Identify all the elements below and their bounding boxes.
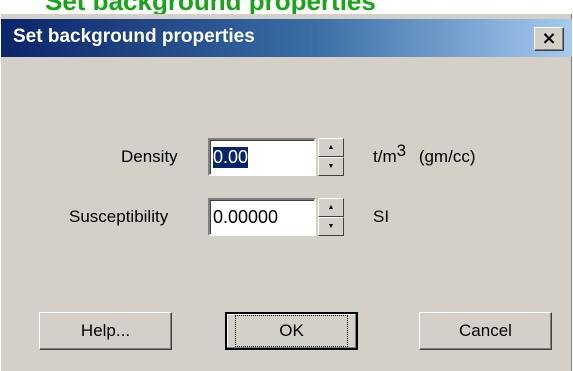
susceptibility-spin-down-button[interactable]: ▼ (318, 217, 344, 236)
susceptibility-spin-up-button[interactable]: ▲ (318, 198, 344, 217)
density-spinner: 0.00 ▲ ▼ (208, 138, 344, 176)
density-unit-extra: (gm/cc) (418, 147, 476, 166)
density-value: 0.00 (213, 146, 249, 168)
susceptibility-value: 0.00000 (213, 206, 279, 227)
susceptibility-unit: SI (373, 207, 390, 226)
help-button-label: Help... (80, 321, 131, 340)
spin-up-arrow-icon: ▲ (327, 204, 335, 211)
dialog-titlebar[interactable]: Set background properties × (1, 19, 572, 57)
dialog-title: Set background properties (13, 26, 255, 47)
susceptibility-spin-buttons: ▲ ▼ (318, 198, 344, 236)
density-label: Density (121, 147, 178, 166)
ok-button-label: OK (235, 315, 348, 347)
spin-up-arrow-icon: ▲ (327, 144, 335, 151)
susceptibility-input[interactable]: 0.00000 (208, 198, 316, 236)
density-spin-up-button[interactable]: ▲ (318, 138, 344, 157)
banner-heading: Set background properties (45, 0, 376, 14)
help-button[interactable]: Help... (39, 312, 172, 350)
spin-down-arrow-icon: ▼ (327, 223, 335, 230)
close-icon: × (541, 28, 557, 49)
close-button[interactable]: × (534, 27, 564, 51)
ok-button[interactable]: OK (225, 312, 358, 350)
density-input[interactable]: 0.00 (208, 138, 316, 176)
susceptibility-spinner: 0.00000 ▲ ▼ (208, 198, 344, 236)
density-spin-buttons: ▲ ▼ (318, 138, 344, 176)
page-banner: Set background properties (0, 0, 573, 14)
dialog-window: Set background properties × Density 0.00… (0, 14, 572, 371)
density-unit-base: t/m (373, 147, 397, 166)
spin-down-arrow-icon: ▼ (327, 163, 335, 170)
density-spin-down-button[interactable]: ▼ (318, 157, 344, 176)
cancel-button[interactable]: Cancel (419, 312, 552, 350)
density-unit-exponent: 3 (396, 141, 407, 160)
density-unit: t/m3 (gm/cc) (373, 141, 476, 167)
susceptibility-label: Susceptibility (69, 207, 169, 226)
cancel-button-label: Cancel (459, 321, 512, 340)
